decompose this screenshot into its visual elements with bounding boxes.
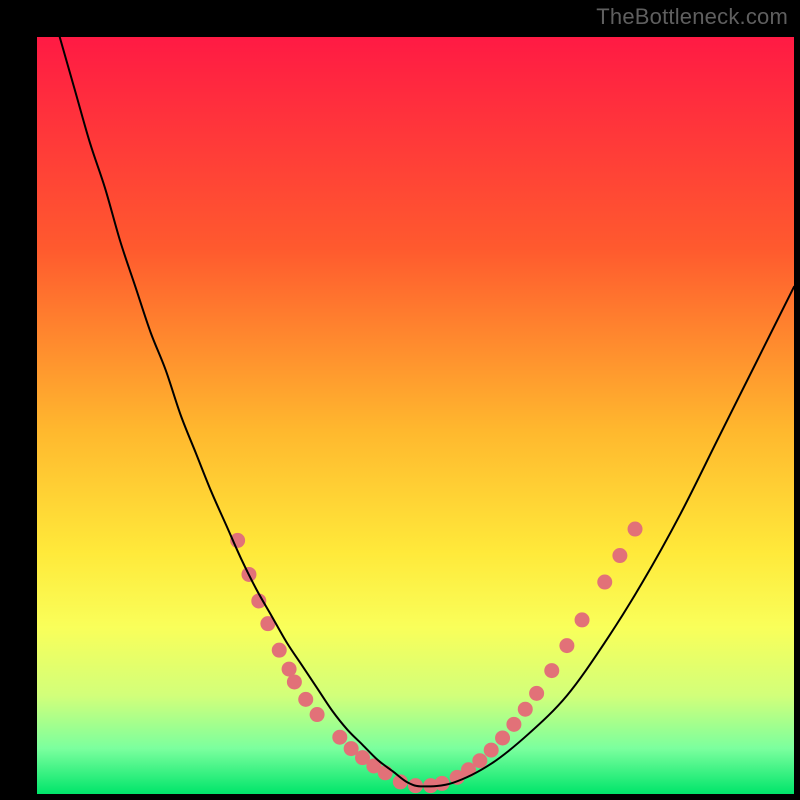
marker-point	[628, 522, 643, 537]
chart-frame: TheBottleneck.com	[0, 0, 800, 800]
marker-point	[298, 692, 313, 707]
marker-point	[612, 548, 627, 563]
marker-point	[559, 638, 574, 653]
marker-point	[310, 707, 325, 722]
plot-area	[37, 37, 794, 794]
gradient-background	[37, 37, 794, 794]
marker-point	[518, 702, 533, 717]
marker-point	[472, 753, 487, 768]
marker-point	[529, 686, 544, 701]
marker-point	[597, 575, 612, 590]
marker-point	[495, 730, 510, 745]
marker-point	[506, 717, 521, 732]
marker-point	[282, 662, 297, 677]
marker-point	[484, 743, 499, 758]
marker-point	[332, 730, 347, 745]
marker-point	[287, 674, 302, 689]
marker-point	[272, 643, 287, 658]
marker-point	[575, 612, 590, 627]
watermark-text: TheBottleneck.com	[596, 4, 788, 30]
chart-svg	[37, 37, 794, 794]
marker-point	[378, 765, 393, 780]
marker-point	[544, 663, 559, 678]
